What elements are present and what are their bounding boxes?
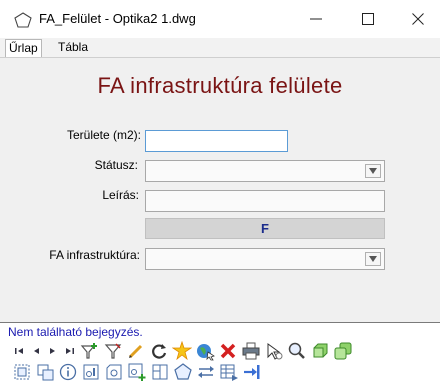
object-card-icon[interactable] (104, 362, 124, 382)
object-data-icon[interactable] (81, 362, 101, 382)
refresh-icon[interactable] (149, 341, 169, 361)
terulete-input[interactable] (145, 130, 288, 152)
fa-infrastruktura-combo[interactable] (145, 248, 385, 270)
zoom-icon[interactable] (287, 341, 307, 361)
copy-shapes-icon[interactable] (35, 362, 55, 382)
first-record-icon[interactable] (12, 341, 26, 361)
form-heading: FA infrastruktúra felülete (97, 73, 343, 98)
next-record-icon[interactable] (46, 341, 60, 361)
info-icon[interactable] (58, 362, 78, 382)
form-panel: FA infrastruktúra felülete Területe (m2)… (0, 58, 440, 322)
exit-arrow-icon[interactable] (242, 362, 262, 382)
last-record-icon[interactable] (63, 341, 77, 361)
status-message: Nem található bejegyzés. (8, 325, 143, 339)
delete-x-icon[interactable] (218, 341, 238, 361)
layer-copy-green-icon[interactable] (333, 341, 353, 361)
select-globe-icon[interactable] (195, 341, 215, 361)
close-button[interactable] (401, 7, 435, 31)
filter-icon[interactable] (103, 341, 123, 361)
statusz-label: Státusz: (94, 158, 138, 172)
filter-add-icon[interactable] (80, 341, 100, 361)
object-layout-icon[interactable] (150, 362, 170, 382)
polygon-icon[interactable] (173, 362, 193, 382)
statusz-combo[interactable] (145, 160, 385, 182)
previous-record-icon[interactable] (29, 341, 43, 361)
f-button[interactable]: F (145, 218, 385, 239)
leiras-label: Leírás: (102, 188, 139, 202)
toolbar-row-1 (12, 341, 356, 361)
toolbar-row-2 (12, 362, 265, 382)
window-title: FA_Felület - Optika2 1.dwg (39, 11, 196, 26)
status-bar: Nem található bejegyzés. (0, 322, 440, 339)
select-pointer-icon[interactable] (264, 341, 284, 361)
fa-infrastruktura-dropdown-button[interactable] (365, 252, 381, 266)
maximize-button[interactable] (351, 7, 385, 31)
tab-strip: Űrlap Tábla (0, 38, 440, 58)
add-object-icon[interactable] (127, 362, 147, 382)
layer-green-icon[interactable] (310, 341, 330, 361)
table-edit-icon[interactable] (219, 362, 239, 382)
transfer-icon[interactable] (196, 362, 216, 382)
statusz-dropdown-button[interactable] (365, 164, 381, 178)
select-frame-icon[interactable] (12, 362, 32, 382)
tab-tabla[interactable]: Tábla (55, 39, 91, 56)
print-icon[interactable] (241, 341, 261, 361)
fa-infrastruktura-label: FA infrastruktúra: (49, 248, 140, 262)
terulete-label: Területe (m2): (66, 128, 141, 142)
title-bar: FA_Felület - Optika2 1.dwg (0, 0, 440, 38)
pentagon-app-icon (14, 12, 32, 28)
minimize-button[interactable] (299, 7, 333, 31)
tab-urlap[interactable]: Űrlap (5, 39, 42, 57)
edit-pencil-icon[interactable] (126, 341, 146, 361)
leiras-input[interactable] (145, 190, 385, 212)
highlight-star-icon[interactable] (172, 341, 192, 361)
